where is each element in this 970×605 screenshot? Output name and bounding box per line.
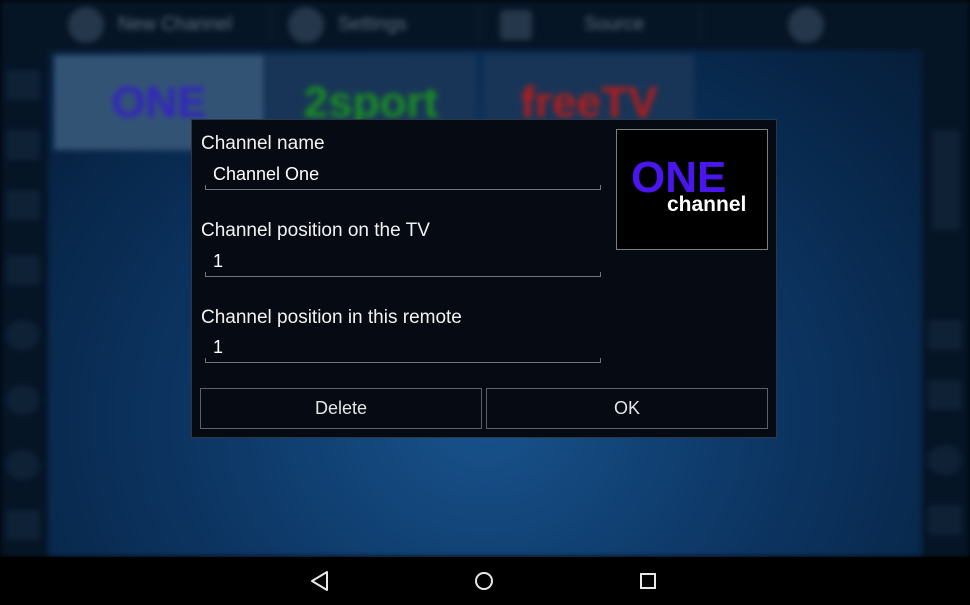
back-triangle-icon[interactable] <box>306 567 334 595</box>
tv-position-input[interactable] <box>205 247 601 277</box>
edit-channel-dialog: Channel name Channel position on the TV … <box>191 119 777 438</box>
tv-position-label: Channel position on the TV <box>201 220 430 241</box>
remote-position-label: Channel position in this remote <box>201 307 462 328</box>
recent-apps-square-icon[interactable] <box>634 567 662 595</box>
system-navigation-bar <box>0 557 970 605</box>
channel-name-label: Channel name <box>201 133 325 154</box>
channel-logo-line2: channel <box>667 193 747 216</box>
home-circle-icon[interactable] <box>470 567 498 595</box>
remote-position-input[interactable] <box>205 333 601 363</box>
delete-button[interactable]: Delete <box>200 388 482 429</box>
remote-position-field-wrap <box>205 333 601 363</box>
ok-button[interactable]: OK <box>486 388 768 429</box>
channel-logo[interactable]: ONE channel <box>616 129 768 250</box>
channel-name-input[interactable] <box>205 160 601 190</box>
tv-position-field-wrap <box>205 247 601 277</box>
channel-name-field-wrap <box>205 160 601 190</box>
